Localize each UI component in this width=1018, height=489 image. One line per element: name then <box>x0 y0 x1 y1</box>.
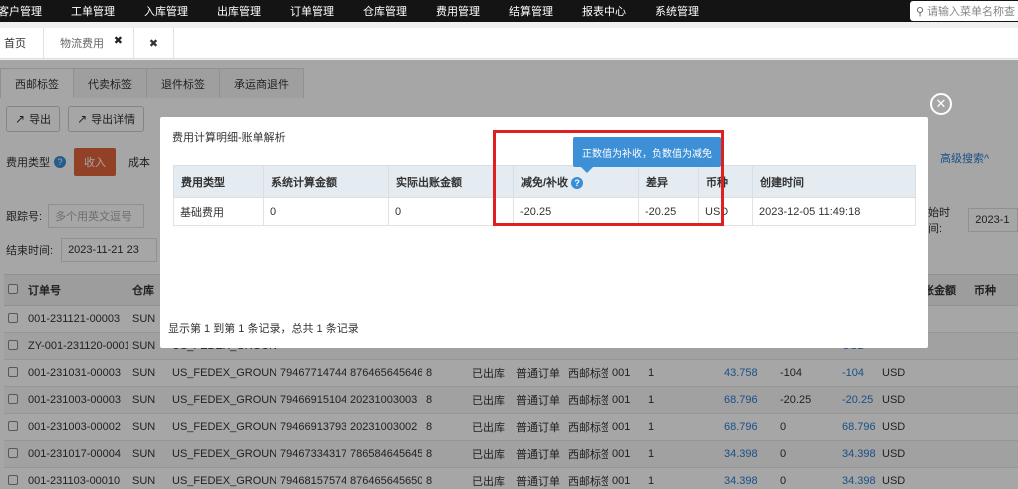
tab-close-icon[interactable]: ✖ <box>114 34 123 47</box>
nav-workorder[interactable]: 工单管理 <box>71 3 115 19</box>
cell-fee-type: 基础费用 <box>173 197 264 226</box>
close-all-tabs-button[interactable]: ✖ <box>134 28 174 58</box>
tab-logistics-fees-label: 物流费用 <box>60 38 104 50</box>
nav-inbound[interactable]: 入库管理 <box>144 3 188 19</box>
nav-orders[interactable]: 订单管理 <box>290 3 334 19</box>
nav-reports[interactable]: 报表中心 <box>582 3 626 19</box>
col-system-amount: 系统计算金额 <box>263 165 389 198</box>
menu-search-placeholder: 请输入菜单名称查 <box>927 6 1016 18</box>
col-created-time: 创建时间 <box>752 165 916 198</box>
nav-outbound[interactable]: 出库管理 <box>217 3 261 19</box>
nav-settlement[interactable]: 结算管理 <box>509 3 553 19</box>
top-nav: 客户管理 工单管理 入库管理 出库管理 订单管理 仓库管理 费用管理 结算管理 … <box>0 0 1018 22</box>
highlight-box <box>493 130 724 226</box>
nav-fees[interactable]: 费用管理 <box>436 3 480 19</box>
tab-logistics-fees[interactable]: 物流费用 ✖ <box>44 28 134 58</box>
page-tabs: 首页 物流费用 ✖ ✖ <box>0 28 1018 59</box>
modal-close-icon[interactable]: ✕ <box>930 93 952 115</box>
search-icon: ⚲ <box>916 5 925 18</box>
col-fee-type: 费用类型 <box>173 165 264 198</box>
nav-system[interactable]: 系统管理 <box>655 3 699 19</box>
cell-created-time: 2023-12-05 11:49:18 <box>752 197 916 226</box>
modal-title: 费用计算明细-账单解析 <box>172 132 286 144</box>
nav-warehouse[interactable]: 仓库管理 <box>363 3 407 19</box>
nav-customer[interactable]: 客户管理 <box>0 3 42 19</box>
menu-search-input[interactable]: ⚲ 请输入菜单名称查 <box>910 1 1018 21</box>
tab-home[interactable]: 首页 <box>0 28 44 58</box>
cell-system-amount: 0 <box>263 197 389 226</box>
pagination-info: 显示第 1 到第 1 条记录，总共 1 条记录 <box>168 323 359 335</box>
